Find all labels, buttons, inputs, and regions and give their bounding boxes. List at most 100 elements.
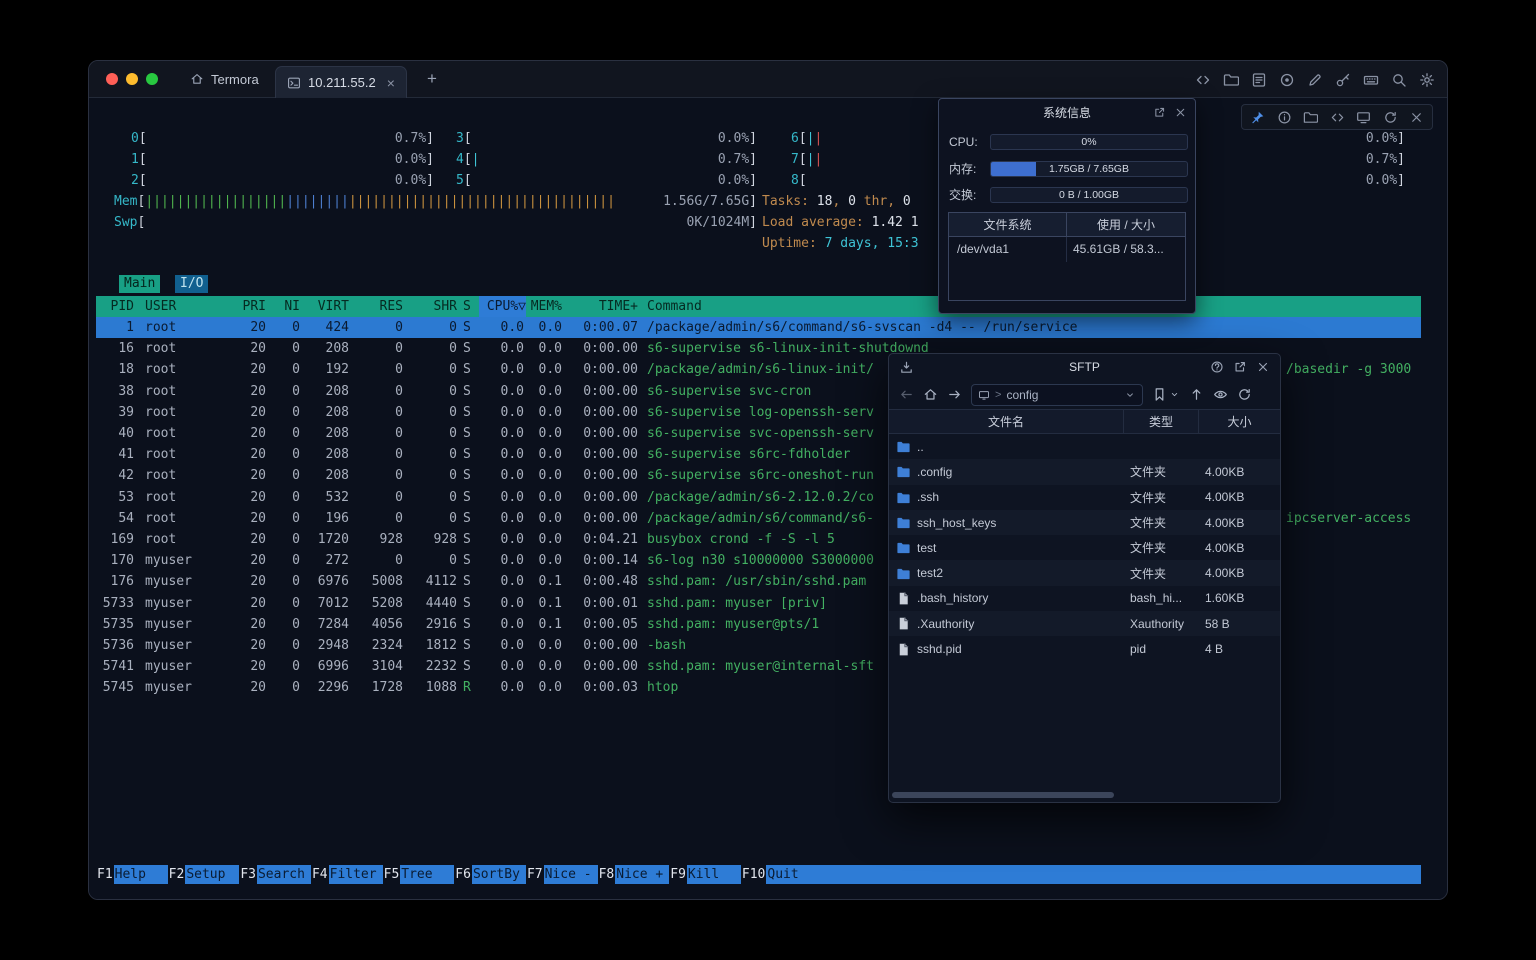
tab-close-icon[interactable]: × <box>387 76 395 90</box>
help-icon[interactable] <box>1210 360 1224 374</box>
sftp-file-row[interactable]: .config文件夹4.00KB <box>889 459 1280 484</box>
sftp-file-row[interactable]: test2文件夹4.00KB <box>889 560 1280 585</box>
breadcrumb-segment[interactable]: config <box>1006 388 1038 402</box>
edit-icon[interactable] <box>1307 72 1323 88</box>
fkey-f1[interactable]: F1Help <box>96 865 168 884</box>
close-icon[interactable] <box>1256 360 1270 374</box>
open-in-new-icon[interactable] <box>1233 360 1247 374</box>
column-header-ni[interactable]: NI <box>260 296 300 317</box>
fkey-f5[interactable]: F5Tree <box>383 865 455 884</box>
sftp-file-row[interactable]: .. <box>889 434 1280 459</box>
fkey-f4[interactable]: F4Filter <box>311 865 383 884</box>
path-breadcrumb[interactable]: > config <box>971 384 1143 406</box>
titlebar-icon-group <box>1195 61 1435 98</box>
column-header-mem[interactable]: MEM% <box>528 296 562 317</box>
code-icon[interactable] <box>1330 110 1345 125</box>
column-header-size[interactable]: 大小 <box>1199 410 1280 433</box>
sftp-file-row[interactable]: ssh_host_keys文件夹4.00KB <box>889 510 1280 535</box>
folder-icon <box>896 540 911 555</box>
sftp-file-row[interactable]: .bash_historybash_hi...1.60KB <box>889 586 1280 611</box>
htop-process-row[interactable]: 1root20042400S0.00.00:00.07/package/admi… <box>96 317 1421 338</box>
column-header-virt[interactable]: VIRT <box>299 296 349 317</box>
fkey-f7[interactable]: F7Nice - <box>526 865 598 884</box>
process-command-tail: /basedir -g 3000 <box>1286 359 1411 380</box>
column-header-filename[interactable]: 文件名 <box>889 410 1124 433</box>
search-icon[interactable] <box>1391 72 1407 88</box>
minimize-window-button[interactable] <box>126 73 138 85</box>
folder-icon <box>896 464 911 479</box>
column-header-shr[interactable]: SHR <box>407 296 457 317</box>
zoom-window-button[interactable] <box>146 73 158 85</box>
file-size: 58 B <box>1199 617 1280 631</box>
folder-icon <box>896 439 911 454</box>
file-size: 4.00KB <box>1199 465 1280 479</box>
open-in-new-icon[interactable] <box>1153 106 1166 119</box>
sftp-file-row[interactable]: test文件夹4.00KB <box>889 535 1280 560</box>
tab-home[interactable]: Termora <box>174 61 275 97</box>
process-command: /package/admin/s6/command/s6-svscan -d4 … <box>647 317 1421 338</box>
scrollbar-thumb[interactable] <box>892 792 1114 798</box>
system-info-panel: 系统信息 CPU: 0% 内存: 1.75GB / 7.65GB 交换: <box>938 98 1196 314</box>
memory-usage-bar: 1.75GB / 7.65GB <box>990 161 1188 177</box>
up-directory-button[interactable] <box>1189 387 1204 402</box>
cpu-usage-bar: 0% <box>990 134 1188 150</box>
sftp-file-row[interactable]: .XauthorityXauthority58 B <box>889 611 1280 636</box>
bookmark-button[interactable] <box>1152 387 1180 402</box>
tab-session[interactable]: 10.211.55.2 × <box>275 66 407 98</box>
column-header-cpu[interactable]: CPU%▽ <box>479 296 526 317</box>
fkey-f6[interactable]: F6SortBy <box>454 865 526 884</box>
fkey-f8[interactable]: F8Nice + <box>598 865 670 884</box>
record-icon[interactable] <box>1279 72 1295 88</box>
new-tab-button[interactable]: + <box>422 69 442 89</box>
cpu-usage-row: CPU: 0% <box>949 133 1188 150</box>
show-hidden-button[interactable] <box>1213 387 1228 402</box>
key-icon[interactable] <box>1335 72 1351 88</box>
home-icon <box>190 72 204 86</box>
column-header-time[interactable]: TIME+ <box>566 296 638 317</box>
cpu-meter-2: 2[0.0%] <box>131 170 434 191</box>
computer-icon <box>978 389 990 401</box>
htop-tab-main[interactable]: Main <box>119 275 160 293</box>
fkey-f9[interactable]: F9Kill <box>669 865 741 884</box>
fkey-f3[interactable]: F3Search <box>239 865 311 884</box>
code-icon[interactable] <box>1195 72 1211 88</box>
display-icon[interactable] <box>1356 110 1371 125</box>
file-name: ssh_host_keys <box>917 516 996 530</box>
close-icon[interactable] <box>1174 106 1187 119</box>
settings-icon[interactable] <box>1419 72 1435 88</box>
download-icon[interactable] <box>899 360 914 375</box>
close-icon[interactable] <box>1409 110 1424 125</box>
sftp-file-row[interactable]: .ssh文件夹4.00KB <box>889 485 1280 510</box>
info-icon[interactable] <box>1277 110 1292 125</box>
forward-button[interactable] <box>947 387 962 402</box>
fkey-f2[interactable]: F2Setup <box>168 865 240 884</box>
file-name: .. <box>917 440 924 454</box>
refresh-button[interactable] <box>1237 387 1252 402</box>
column-header-type[interactable]: 类型 <box>1124 410 1199 433</box>
folder-icon[interactable] <box>1303 110 1318 125</box>
filesystem-row[interactable]: /dev/vda145.61GB / 58.3... <box>949 237 1185 262</box>
home-button[interactable] <box>923 387 938 402</box>
back-button[interactable] <box>899 387 914 402</box>
refresh-icon[interactable] <box>1383 110 1398 125</box>
keyboard-icon[interactable] <box>1363 72 1379 88</box>
sftp-table-header[interactable]: 文件名 类型 大小 <box>889 409 1280 434</box>
sftp-file-list: ...config文件夹4.00KB.ssh文件夹4.00KBssh_host_… <box>889 434 1280 662</box>
pin-icon[interactable] <box>1250 110 1265 125</box>
caret-down-icon[interactable] <box>1124 389 1136 401</box>
log-icon[interactable] <box>1251 72 1267 88</box>
close-window-button[interactable] <box>106 73 118 85</box>
column-header-user[interactable]: USER <box>145 296 223 317</box>
column-header-res[interactable]: RES <box>353 296 403 317</box>
htop-tab-io[interactable]: I/O <box>175 275 208 293</box>
horizontal-scrollbar[interactable] <box>892 792 1277 798</box>
sftp-title: SFTP <box>1069 360 1100 374</box>
column-header-s[interactable]: S <box>463 296 479 317</box>
htop-header-row[interactable]: PIDUSERPRINIVIRTRESSHRSCPU%▽MEM%TIME+Com… <box>96 296 1421 317</box>
folder-icon[interactable] <box>1223 72 1239 88</box>
column-header-pid[interactable]: PID <box>96 296 134 317</box>
fkey-f10[interactable]: F10Quit <box>741 865 820 884</box>
sftp-file-row[interactable]: sshd.pidpid4 B <box>889 636 1280 661</box>
cpu-meter-4: 4[|0.7%] <box>456 149 757 170</box>
tab-home-label: Termora <box>211 72 259 87</box>
